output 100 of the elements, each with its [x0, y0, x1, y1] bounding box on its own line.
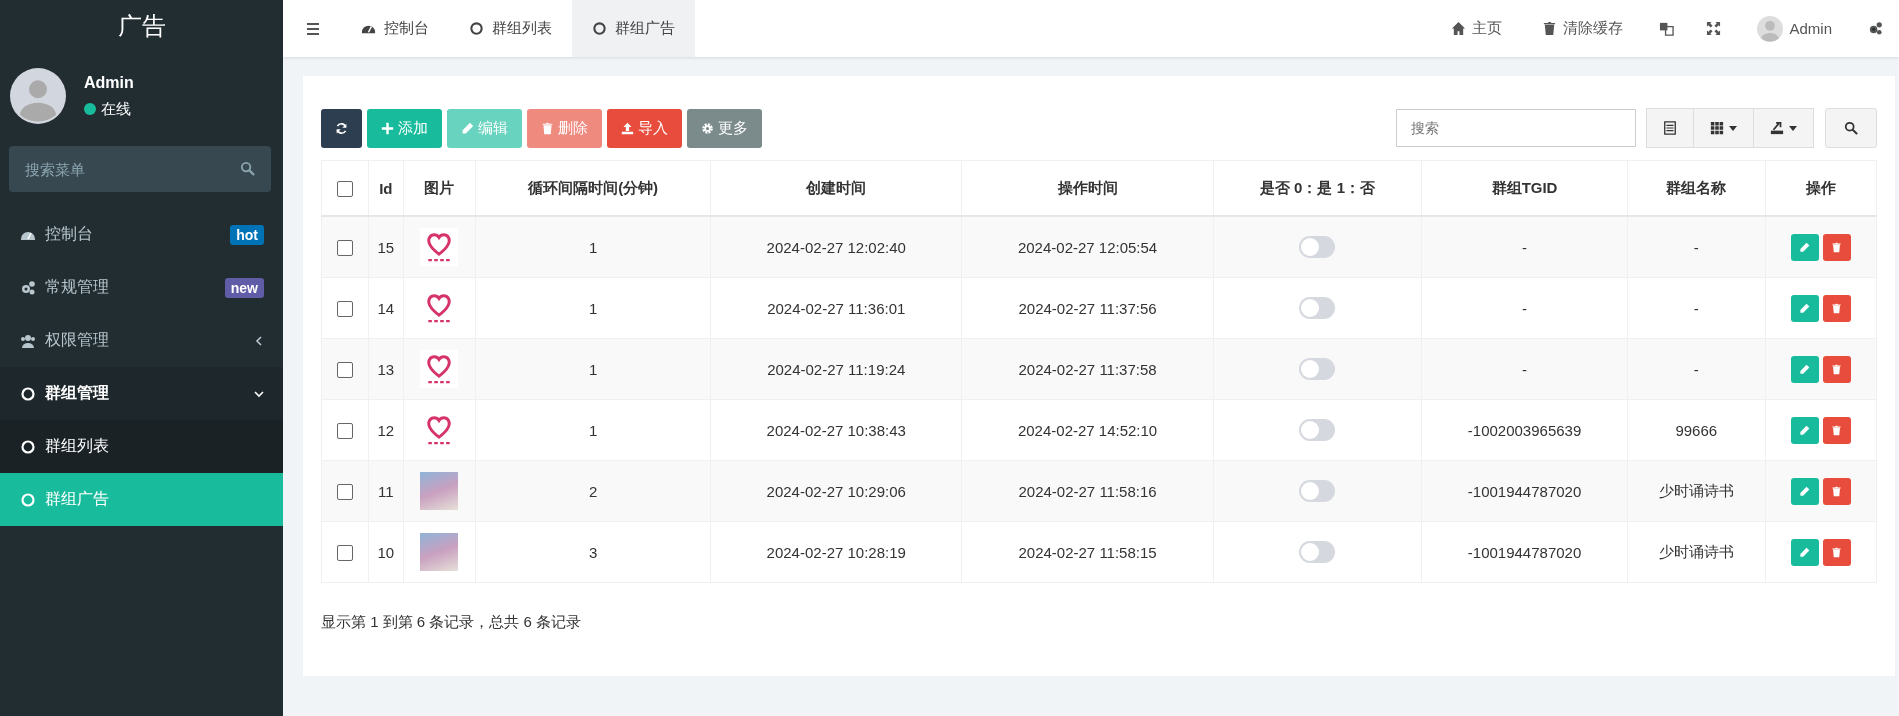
table-cell: 14 — [377, 299, 395, 317]
menu-item[interactable]: 群组列表 — [0, 420, 283, 473]
table-cell: -1002003965639 — [1467, 421, 1582, 439]
toggle-switch[interactable] — [1299, 236, 1336, 258]
checkbox[interactable] — [337, 545, 353, 561]
checkbox[interactable] — [337, 301, 353, 317]
delete-button[interactable] — [1822, 294, 1851, 322]
heart-logo-thumbnail — [420, 228, 459, 266]
trash-icon — [1831, 241, 1843, 253]
circle-icon — [20, 385, 36, 402]
delete-button[interactable] — [1822, 477, 1851, 505]
import-button[interactable]: 导入 — [607, 108, 682, 148]
search-field[interactable]: 搜索菜单 — [9, 146, 271, 192]
table-cell: 11 — [378, 482, 394, 500]
table-cell: - — [1522, 360, 1528, 378]
table-cell: 15 — [377, 238, 395, 256]
checkbox[interactable] — [337, 423, 353, 439]
export-button[interactable] — [1753, 108, 1814, 148]
heart-logo-thumbnail — [420, 350, 459, 388]
trash-icon — [1542, 21, 1558, 36]
edit-button[interactable] — [1790, 416, 1819, 444]
column-header: 操作时间 — [1057, 178, 1118, 196]
nav-link[interactable]: 主页 — [1431, 19, 1523, 38]
toggle-switch[interactable] — [1299, 419, 1336, 441]
table-cell: 2024-02-27 10:38:43 — [766, 421, 906, 439]
photo-placeholder — [420, 472, 459, 510]
table-cell: 2 — [588, 482, 598, 500]
fullscreen-icon[interactable] — [1706, 21, 1722, 36]
table-cell: - — [1522, 238, 1528, 256]
table-cell: 2024-02-27 11:58:16 — [1018, 482, 1157, 500]
column-header: Id — [379, 179, 393, 197]
trash-icon — [1831, 302, 1843, 314]
user-name: Admin — [84, 73, 134, 92]
export-icon — [1770, 121, 1784, 135]
nav-tab[interactable]: 群组列表 — [449, 0, 572, 57]
delete-button[interactable] — [1822, 355, 1851, 383]
table-cell: 2024-02-27 11:37:56 — [1018, 299, 1157, 317]
caret-icon — [1789, 125, 1797, 131]
chevron-icon — [254, 388, 264, 399]
gears-icon[interactable] — [1868, 21, 1883, 36]
edit-button[interactable] — [1790, 294, 1819, 322]
caret-icon — [1729, 125, 1737, 131]
table-button[interactable] — [1646, 108, 1694, 148]
nav-tab[interactable]: 群组广告 — [572, 0, 695, 57]
table-cell: 1 — [588, 299, 598, 317]
more-button[interactable]: 更多 — [687, 108, 762, 148]
toggle-switch[interactable] — [1299, 297, 1336, 319]
trash-icon — [1831, 485, 1843, 497]
chevron-icon — [254, 335, 264, 346]
search-button[interactable] — [1825, 108, 1877, 148]
table-cell: 99666 — [1675, 421, 1718, 439]
column-header: 是否 0：是 1：否 — [1259, 178, 1375, 196]
user-menu[interactable]: Admin — [1737, 15, 1852, 42]
delete-button[interactable] — [1822, 416, 1851, 444]
checkbox[interactable] — [337, 240, 353, 256]
toggle-switch[interactable] — [1299, 541, 1336, 563]
search-field[interactable]: 搜索 — [1396, 109, 1636, 147]
pencil-icon — [1799, 546, 1811, 558]
menu-item[interactable]: 权限管理 — [0, 314, 283, 367]
column-header: 循环间隔时间(分钟) — [528, 178, 659, 196]
menu-item[interactable]: 群组管理 — [0, 367, 283, 420]
table-cell: 2024-02-27 11:37:58 — [1018, 360, 1157, 378]
table-cell: 3 — [588, 543, 598, 561]
nav-link[interactable]: 清除缓存 — [1522, 19, 1644, 38]
menu-badge: hot — [230, 224, 264, 245]
plus-icon — [381, 121, 394, 135]
column-header: 创建时间 — [806, 178, 867, 196]
table-cell: 2024-02-27 11:36:01 — [767, 299, 906, 317]
edit-button[interactable] — [1790, 233, 1819, 261]
circle-icon — [592, 21, 607, 36]
checkbox[interactable] — [337, 181, 353, 197]
delete-button[interactable] — [1822, 233, 1851, 261]
checkbox[interactable] — [337, 484, 353, 500]
menu-item[interactable]: 控制台 hot — [0, 208, 283, 261]
menu-icon[interactable] — [305, 20, 321, 37]
grid-icon — [1710, 121, 1724, 135]
users-icon — [20, 332, 36, 349]
columns-button[interactable] — [1693, 108, 1754, 148]
trash-icon — [1831, 546, 1843, 558]
circle-icon — [469, 21, 484, 36]
toggle-switch[interactable] — [1299, 480, 1336, 502]
edit-button[interactable] — [1790, 477, 1819, 505]
circle-icon — [20, 438, 36, 455]
nav-tab[interactable]: 控制台 — [341, 0, 449, 57]
trash-icon — [1831, 424, 1843, 436]
pencil-icon — [1799, 363, 1811, 375]
search-icon[interactable] — [240, 161, 255, 176]
column-header: 群组TGID — [1491, 178, 1558, 196]
edit-button[interactable] — [1790, 355, 1819, 383]
table-cell: - — [1693, 299, 1699, 317]
checkbox[interactable] — [337, 362, 353, 378]
edit-button[interactable] — [1790, 538, 1819, 566]
table-cell: 1 — [588, 238, 598, 256]
table-cell: 10 — [377, 543, 395, 561]
delete-button[interactable] — [1822, 538, 1851, 566]
upload-icon — [621, 121, 634, 135]
pencil-icon — [461, 121, 474, 135]
refresh-button[interactable] — [321, 108, 362, 148]
menu-item[interactable]: 常规管理 new — [0, 261, 283, 314]
toggle-switch[interactable] — [1299, 358, 1336, 380]
